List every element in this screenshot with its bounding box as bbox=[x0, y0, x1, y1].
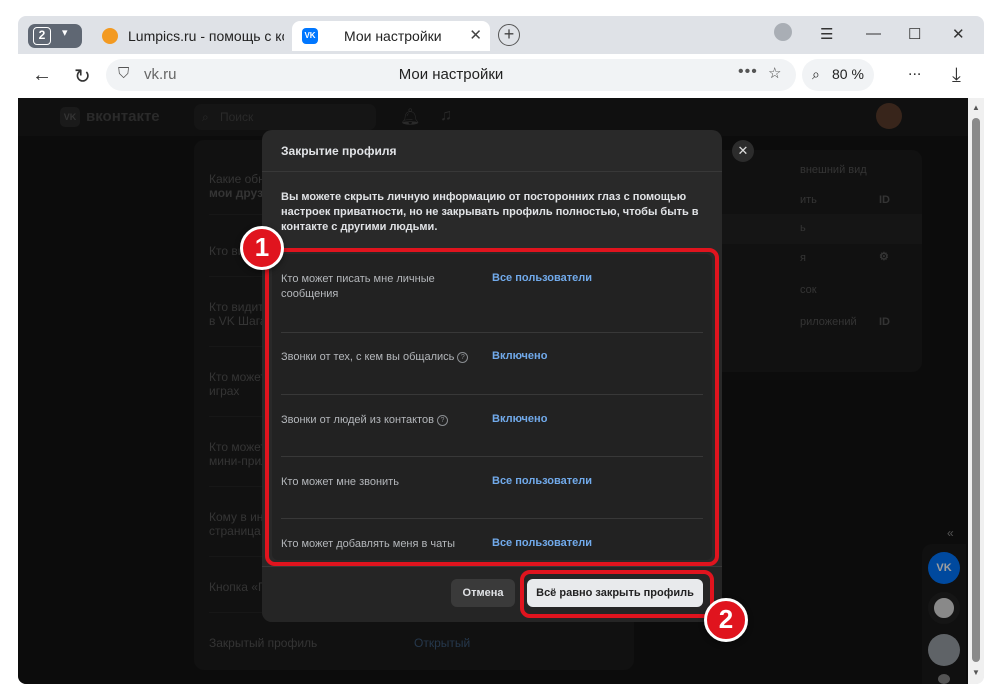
tab-label: Lumpics.ru - помощь с ко bbox=[128, 28, 284, 44]
tab-vk-settings[interactable]: VK Мои настройки ✕ bbox=[292, 21, 490, 51]
reload-icon[interactable]: ↻ bbox=[74, 64, 91, 89]
chevron-down-icon: ▾ bbox=[62, 27, 68, 39]
highlight-frame-settings bbox=[265, 248, 719, 566]
highlight-frame-button bbox=[520, 570, 714, 618]
back-icon[interactable]: ← bbox=[32, 64, 52, 87]
tab-lumpics[interactable]: Lumpics.ru - помощь с ко bbox=[92, 21, 284, 51]
scroll-up-icon[interactable]: ▲ bbox=[972, 103, 980, 112]
maximize-icon[interactable]: ☐ bbox=[908, 25, 921, 43]
more-dots-icon[interactable]: ••• bbox=[738, 63, 758, 81]
lumpics-favicon-icon bbox=[102, 28, 118, 44]
download-icon[interactable]: ⤓ bbox=[952, 64, 961, 87]
browser-window: 2 ▾ Lumpics.ru - помощь с ко VK Мои наст… bbox=[18, 16, 984, 684]
menu-icon[interactable]: ☰ bbox=[820, 25, 833, 43]
modal-description: Вы можете скрыть личную информацию от по… bbox=[281, 191, 699, 233]
tab-count-button[interactable]: 2 ▾ bbox=[28, 24, 82, 48]
url-field[interactable]: ⛉ vk.ru Мои настройки ••• ☆ bbox=[106, 59, 796, 91]
tab-label: Мои настройки bbox=[344, 28, 442, 44]
vk-favicon-icon: VK bbox=[302, 28, 318, 44]
tab-count: 2 bbox=[33, 27, 51, 45]
page-content: VK вконтакте ⌕ Поиск 🔔︎ ♫ Какие обн мои … bbox=[18, 98, 968, 684]
zoom-level: 80 % bbox=[832, 66, 864, 82]
address-bar: ← ↻ ⛉ vk.ru Мои настройки ••• ☆ ⌕ 80 % .… bbox=[18, 54, 984, 98]
tab-bar: 2 ▾ Lumpics.ru - помощь с ко VK Мои наст… bbox=[18, 16, 984, 54]
profile-icon[interactable] bbox=[774, 23, 792, 41]
scrollbar[interactable]: ▲ ▼ bbox=[968, 98, 984, 684]
scrollbar-thumb[interactable] bbox=[972, 118, 980, 662]
search-icon: ⌕ bbox=[812, 66, 820, 82]
close-tab-icon[interactable]: ✕ bbox=[469, 26, 482, 44]
close-window-icon[interactable]: ✕ bbox=[952, 25, 965, 43]
step-badge-1: 1 bbox=[240, 226, 284, 270]
step-badge-2: 2 bbox=[704, 598, 748, 642]
modal-title: Закрытие профиля bbox=[281, 144, 397, 158]
zoom-control[interactable]: ⌕ 80 % bbox=[802, 59, 874, 91]
modal-header: Закрытие профиля bbox=[262, 130, 722, 172]
bookmark-icon[interactable]: ☆ bbox=[768, 64, 781, 82]
extensions-menu[interactable]: ... bbox=[908, 62, 921, 80]
page-title: Мои настройки bbox=[398, 66, 504, 83]
new-tab-button[interactable]: + bbox=[498, 24, 520, 46]
cancel-button[interactable]: Отмена bbox=[451, 579, 515, 607]
close-icon[interactable]: ✕ bbox=[732, 140, 754, 162]
scroll-down-icon[interactable]: ▼ bbox=[972, 668, 980, 677]
minimize-icon[interactable]: — bbox=[866, 25, 881, 42]
